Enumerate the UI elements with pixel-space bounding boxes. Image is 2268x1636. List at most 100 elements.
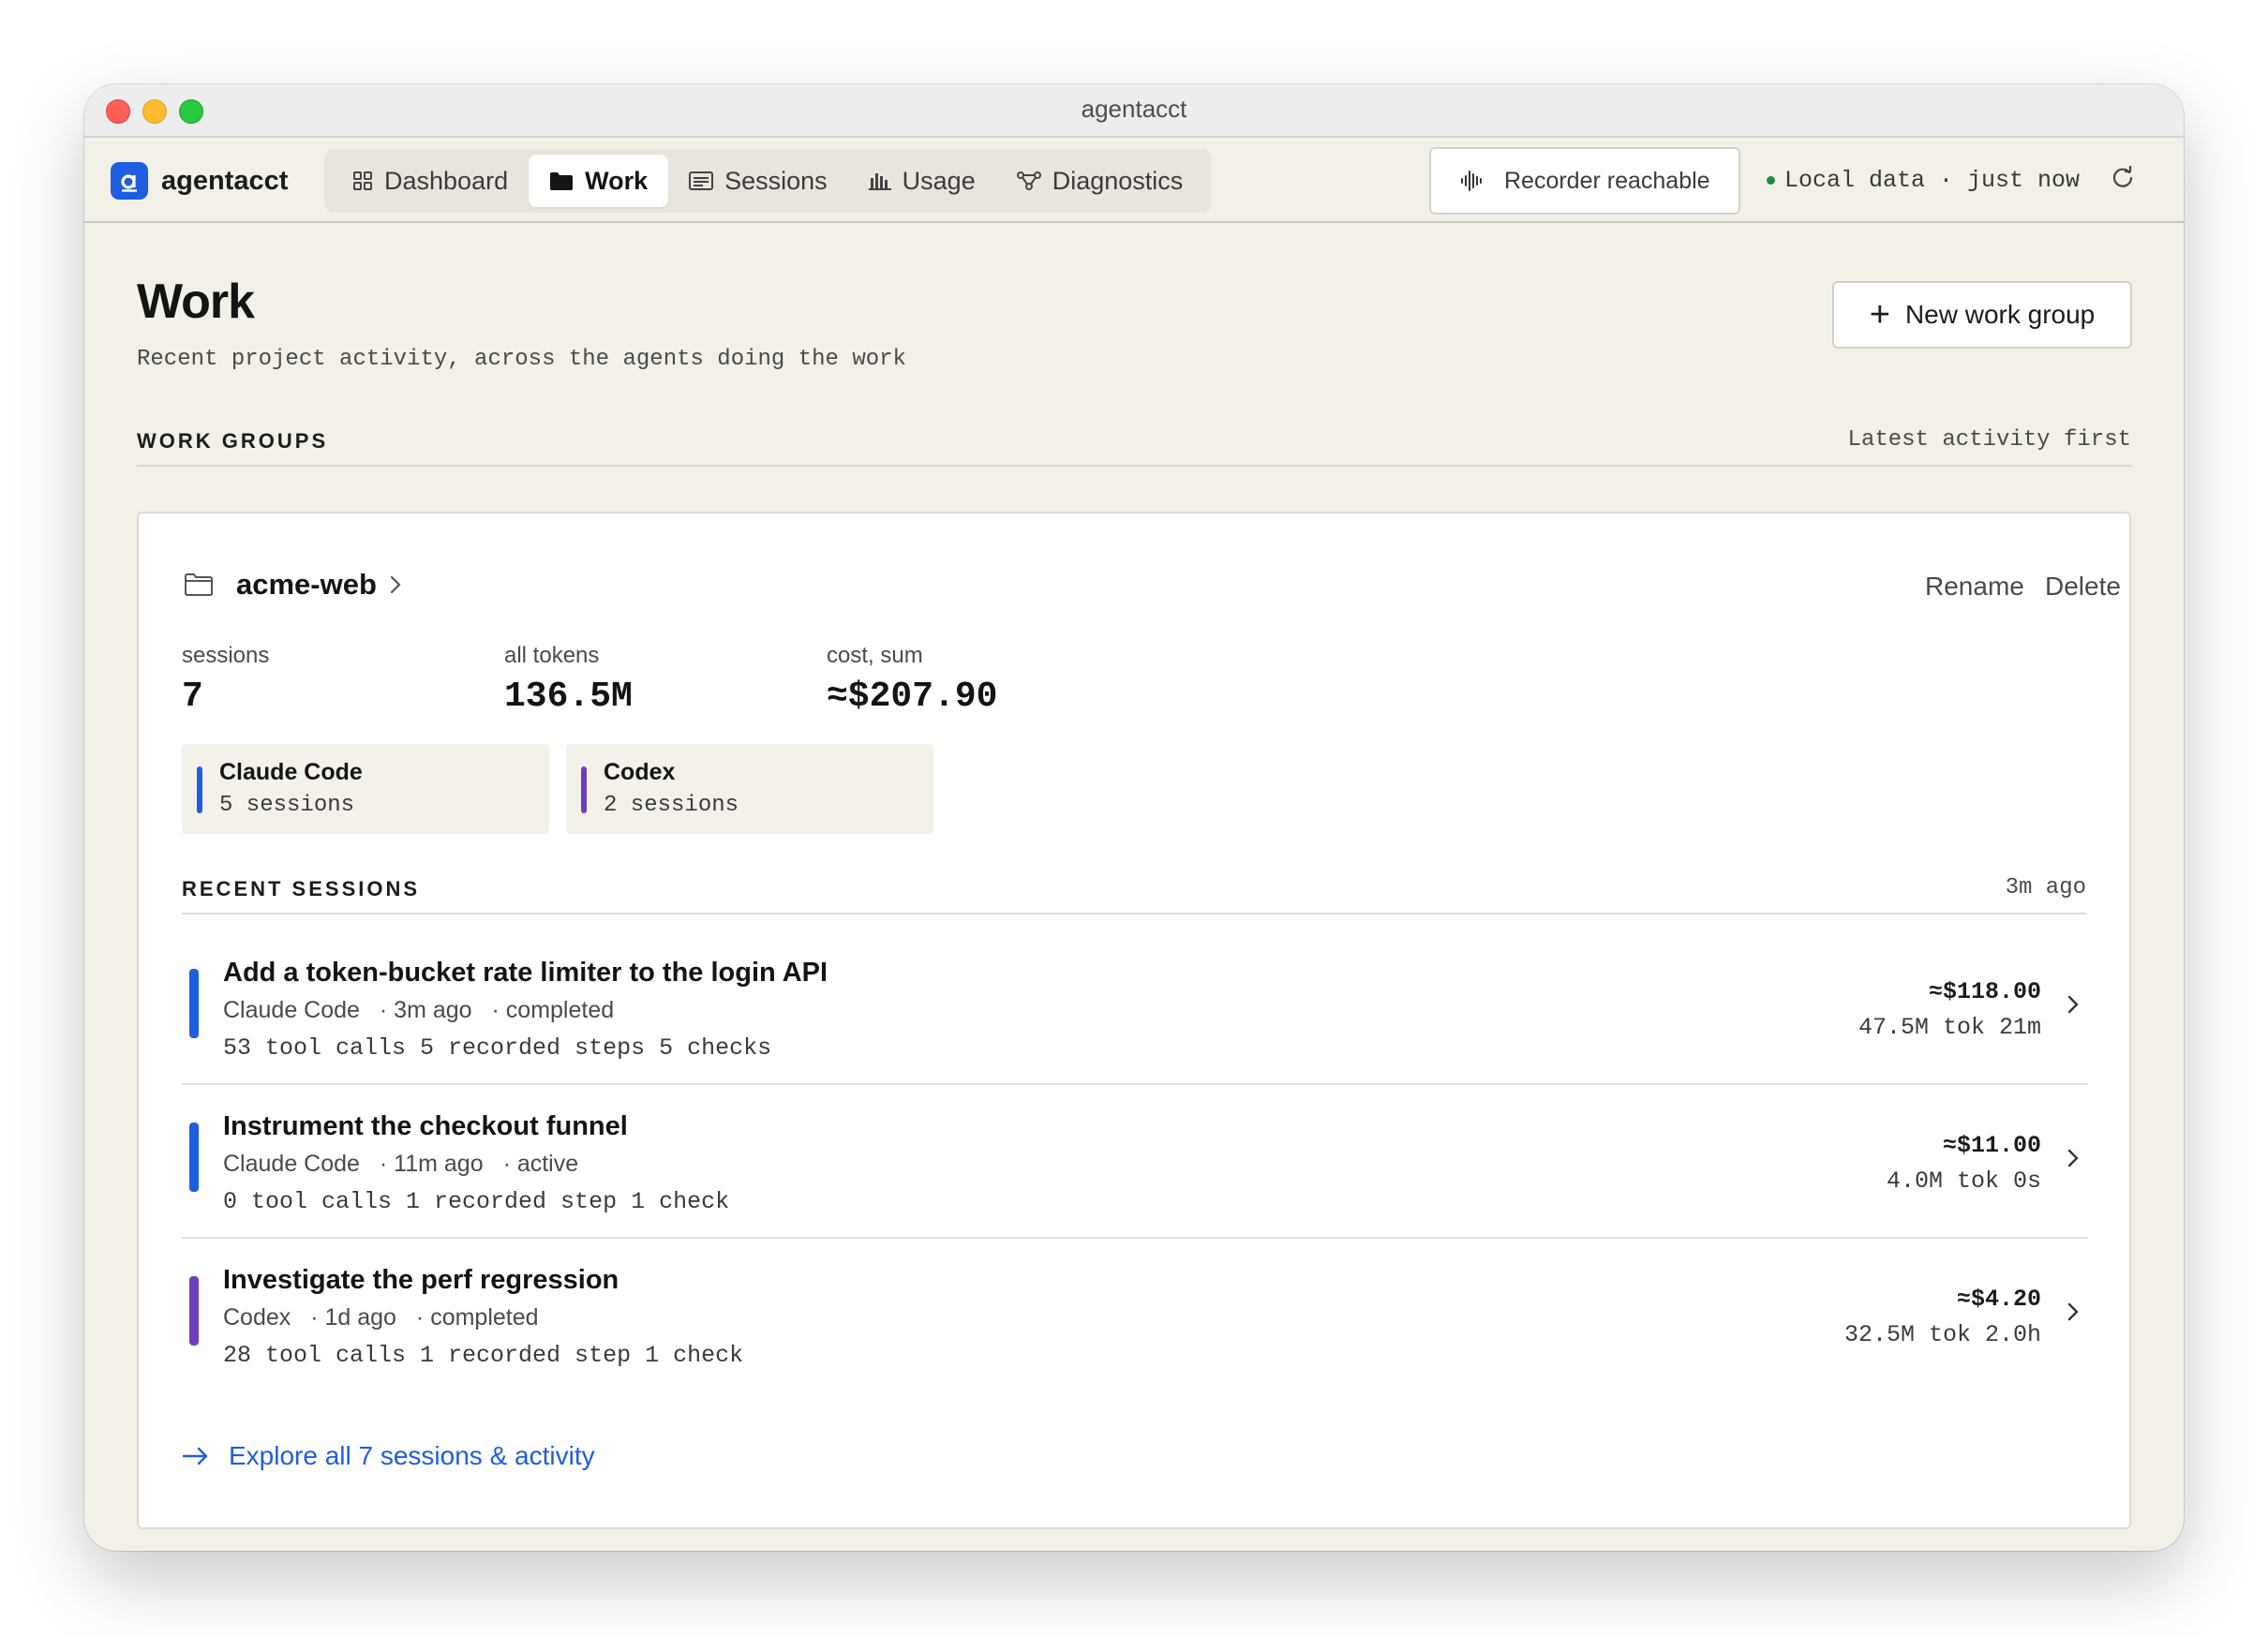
window-title: agentacct (1081, 95, 1187, 123)
session-time: · 1d ago (310, 1304, 396, 1331)
main-tabs: Dashboard Work Sessions Usage Diagnostic… (324, 149, 1212, 213)
session-stats: 0 tool calls 1 recorded step 1 check (223, 1188, 730, 1215)
recent-sessions-heading: RECENT SESSIONS (182, 877, 421, 900)
arrow-right-icon (182, 1447, 208, 1465)
local-data-status: Local data · just now (1767, 167, 2080, 194)
agent-color-bar (189, 1276, 199, 1346)
tab-work[interactable]: Work (529, 155, 669, 207)
stat-value: 7 (182, 677, 203, 717)
recorder-status-button[interactable]: Recorder reachable (1429, 147, 1740, 215)
chevron-right-icon (2067, 995, 2079, 1014)
section-heading: WORK GROUPS (137, 429, 329, 453)
session-title: Investigate the perf regression (223, 1265, 619, 1295)
stat-tokens: all tokens 136.5M (504, 643, 633, 717)
tab-diagnostics[interactable]: Diagnostics (996, 155, 1204, 207)
stat-label: all tokens (504, 643, 600, 668)
divider (137, 465, 2131, 467)
recorder-status-label: Recorder reachable (1504, 167, 1710, 194)
stat-sessions: sessions 7 (182, 643, 269, 717)
folder-icon (550, 172, 574, 190)
session-status: · active (502, 1151, 579, 1177)
stat-label: sessions (182, 643, 270, 668)
session-stats: 53 tool calls 5 recorded steps 5 checks (223, 1034, 772, 1062)
app-logo-icon (111, 162, 148, 200)
chevron-right-icon (390, 575, 401, 594)
chevron-right-icon (2067, 1302, 2079, 1321)
session-tokens: 47.5M tok 21m (1858, 1014, 2041, 1041)
agent-color-bar (197, 766, 202, 813)
recent-sessions-time: 3m ago (2005, 875, 2086, 900)
session-agent: Claude Code (223, 997, 360, 1023)
plus-icon: + (1869, 295, 1890, 335)
session-title: Add a token-bucket rate limiter to the l… (223, 958, 828, 988)
stat-cost: cost, sum ≈$207.90 (827, 643, 997, 717)
work-group-header[interactable]: acme-web (184, 568, 403, 602)
divider (182, 913, 2086, 915)
new-work-group-label: New work group (1904, 300, 2096, 329)
session-row[interactable]: Instrument the checkout funnel Claude Co… (182, 1085, 2088, 1239)
explore-all-sessions-link[interactable]: Explore all 7 sessions & activity (182, 1441, 595, 1471)
agent-color-bar (581, 766, 587, 813)
agent-color-bar (189, 969, 199, 1038)
top-navigation: agentacct Dashboard Work Sessions Usage … (84, 138, 2184, 223)
agent-color-bar (189, 1123, 199, 1192)
chevron-right-icon (2067, 1149, 2079, 1168)
status-dot-icon (1767, 176, 1775, 185)
tab-sessions[interactable]: Sessions (668, 155, 848, 207)
refresh-button[interactable] (2111, 165, 2135, 195)
page-subtitle: Recent project activity, across the agen… (137, 347, 906, 372)
stat-label: cost, sum (827, 643, 923, 668)
delete-button[interactable]: Delete (2045, 572, 2121, 602)
agent-session-count: 2 sessions (604, 793, 739, 818)
refresh-icon (2112, 165, 2133, 187)
session-status: · completed (491, 997, 615, 1023)
tab-label: Dashboard (384, 166, 509, 195)
tab-label: Diagnostics (1052, 166, 1184, 195)
local-data-label: Local data · just now (1784, 167, 2081, 194)
nodes-icon (1016, 171, 1041, 190)
session-row[interactable]: Add a token-bucket rate limiter to the l… (182, 931, 2088, 1085)
session-cost: ≈$11.00 (1942, 1132, 2041, 1159)
stat-value: ≈$207.90 (827, 677, 998, 717)
rename-button[interactable]: Rename (1925, 572, 2024, 602)
session-tokens: 32.5M tok 2.0h (1843, 1321, 2041, 1348)
session-cost: ≈$4.20 (1956, 1286, 2041, 1313)
work-group-name: acme-web (236, 568, 377, 601)
waveform-icon (1461, 171, 1482, 191)
tab-label: Work (585, 166, 649, 195)
explore-link-label: Explore all 7 sessions & activity (229, 1441, 595, 1470)
session-cost: ≈$118.00 (1928, 978, 2041, 1005)
tab-dashboard[interactable]: Dashboard (332, 155, 529, 207)
agent-name: Claude Code (219, 759, 363, 785)
new-work-group-button[interactable]: + New work group (1832, 281, 2132, 349)
session-row[interactable]: Investigate the perf regression Codex · … (182, 1239, 2088, 1392)
sort-order-label: Latest activity first (1847, 427, 2131, 453)
session-meta: Claude Code · 3m ago · completed (223, 997, 614, 1024)
app-window: agentacct agentacct Dashboard Work Sessi… (84, 84, 2184, 1551)
title-bar: agentacct (84, 84, 2184, 138)
agent-summary-codex[interactable]: Codex 2 sessions (566, 744, 933, 834)
grid-icon (353, 171, 372, 190)
session-agent: Claude Code (223, 1151, 360, 1177)
list-icon (689, 171, 714, 190)
session-stats: 28 tool calls 1 recorded step 1 check (223, 1342, 744, 1369)
session-agent: Codex (223, 1304, 291, 1331)
agent-session-count: 5 sessions (219, 793, 355, 818)
page-title: Work (137, 275, 255, 329)
session-title: Instrument the checkout funnel (223, 1111, 628, 1141)
bar-chart-icon (868, 173, 891, 190)
session-time: · 3m ago (379, 997, 472, 1023)
tab-label: Usage (902, 166, 976, 195)
session-tokens: 4.0M tok 0s (1886, 1168, 2041, 1195)
folder-outline-icon (185, 573, 213, 596)
stat-value: 136.5M (504, 677, 633, 717)
agent-summary-claude-code[interactable]: Claude Code 5 sessions (182, 744, 549, 834)
session-meta: Claude Code · 11m ago · active (223, 1151, 578, 1178)
brand[interactable]: agentacct (111, 162, 288, 200)
session-status: · completed (415, 1304, 539, 1331)
session-meta: Codex · 1d ago · completed (223, 1304, 539, 1331)
brand-name: agentacct (161, 165, 289, 196)
agent-name: Codex (604, 759, 676, 785)
tab-usage[interactable]: Usage (848, 155, 996, 207)
work-group-card: acme-web Rename Delete sessions 7 all to… (137, 512, 2131, 1529)
